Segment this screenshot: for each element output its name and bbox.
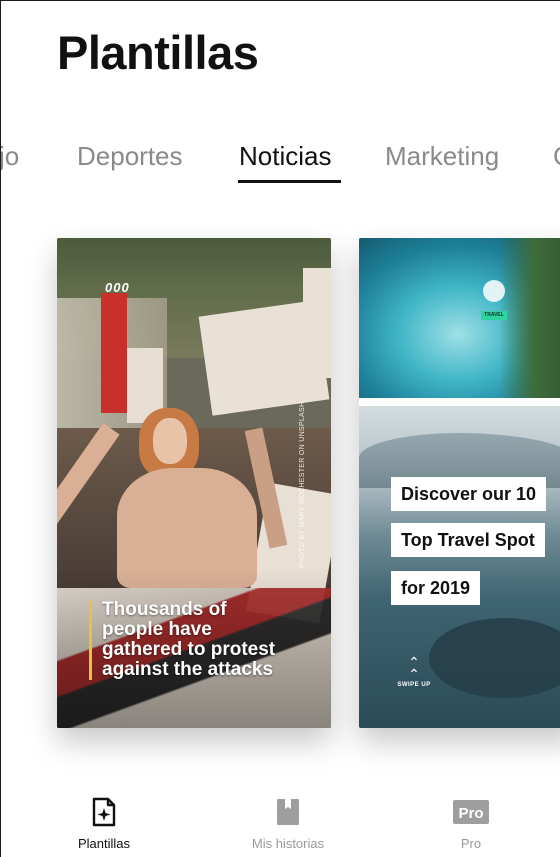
headline-line: people have bbox=[102, 619, 212, 640]
app-screen: Plantillas jo Deportes Noticias Marketin… bbox=[0, 0, 560, 857]
protest-sign-left bbox=[101, 293, 127, 413]
card-divider bbox=[359, 398, 560, 406]
pro-badge-icon: Pro bbox=[451, 796, 491, 828]
add-template-icon bbox=[88, 796, 120, 828]
nav-plantillas[interactable]: Plantillas bbox=[44, 786, 164, 851]
travel-title-line: Discover our 10 bbox=[391, 477, 547, 511]
active-tab-indicator bbox=[238, 180, 341, 183]
travel-title-line: Top Travel Spot bbox=[391, 523, 545, 557]
tab-noticias[interactable]: Noticias bbox=[239, 141, 331, 172]
nav-pro[interactable]: Pro Pro bbox=[411, 786, 531, 851]
travel-title-line: for 2019 bbox=[391, 571, 481, 605]
page-title: Plantillas bbox=[57, 26, 259, 79]
globe-icon bbox=[483, 280, 505, 302]
tab-marketing[interactable]: Marketing bbox=[385, 141, 499, 172]
headline-line: gathered to protest bbox=[102, 639, 276, 660]
tab-deportes[interactable]: Deportes bbox=[77, 141, 183, 172]
bottom-navigation: Plantillas Mis historias Pro Pro bbox=[1, 786, 560, 857]
category-tabs: jo Deportes Noticias Marketing C bbox=[1, 141, 560, 185]
bookmark-icon bbox=[272, 796, 304, 828]
template-card-travel[interactable]: TRAVEL Discover our 10 Top Travel Spot f… bbox=[359, 238, 560, 728]
headline-line: against the attacks bbox=[102, 659, 274, 680]
aerial-forest bbox=[499, 238, 560, 398]
person-face bbox=[153, 418, 187, 464]
photo-credit: PHOTO BY MARY ROCHESTER ON UNSPLASH bbox=[299, 401, 306, 568]
nav-mis-historias[interactable]: Mis historias bbox=[228, 786, 348, 851]
chevron-up-icon: ⌃ ⌃ bbox=[408, 654, 420, 682]
template-card-news[interactable]: 000 PHOTO BY MARY ROCHESTER ON UNSPLASH … bbox=[57, 238, 331, 728]
swipe-up-indicator: ⌃ ⌃ SWIPE UP bbox=[359, 654, 469, 688]
tab-previous[interactable]: jo bbox=[1, 141, 19, 172]
tab-next[interactable]: C bbox=[553, 141, 560, 172]
brand-logo: 000 bbox=[105, 280, 130, 295]
travel-badge: TRAVEL bbox=[481, 311, 507, 320]
svg-text:Pro: Pro bbox=[458, 805, 483, 822]
headline-line: Thousands of bbox=[102, 599, 227, 620]
headline-block: Thousands of people have gathered to pro… bbox=[89, 600, 275, 680]
